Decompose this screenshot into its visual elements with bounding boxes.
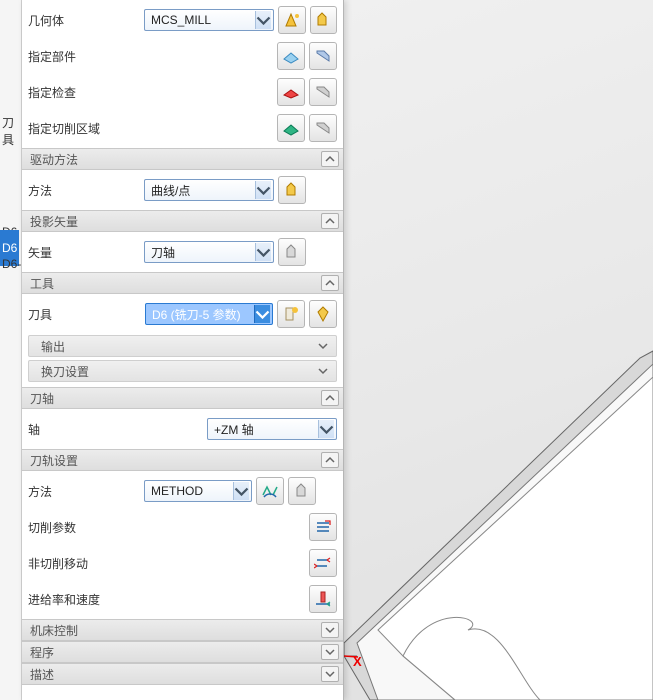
operation-dialog-panel: 几何体 MCS_MILL 指定部件 指定检查 — [22, 0, 344, 700]
collapse-icon — [321, 213, 339, 229]
vector-settings-button[interactable] — [278, 238, 306, 266]
tool-select[interactable]: D6 (铣刀-5 参数) — [145, 303, 273, 325]
label-drive-method: 方法 — [28, 182, 144, 199]
tool-new-button[interactable] — [277, 300, 305, 328]
specify-cut-area-button[interactable] — [277, 114, 305, 142]
specify-part-button[interactable] — [277, 42, 305, 70]
label-geometry: 几何体 — [28, 12, 144, 29]
chevron-down-icon — [318, 420, 334, 438]
collapse-icon — [321, 275, 339, 291]
chevron-down-icon — [321, 622, 339, 638]
feeds-button[interactable] — [309, 585, 337, 613]
tree-row[interactable]: D6- — [0, 246, 19, 282]
geometry-edit-button[interactable] — [310, 6, 338, 34]
axis-x-label: X — [353, 654, 362, 669]
label-feeds: 进给率和速度 — [28, 591, 144, 608]
collapse-icon — [321, 151, 339, 167]
chevron-down-icon — [255, 11, 271, 29]
tool-edit-button[interactable] — [309, 300, 337, 328]
sub-output[interactable]: 输出 — [28, 335, 337, 357]
group-header-program[interactable]: 程序 — [22, 641, 343, 663]
tree-header: 刀具 — [2, 114, 21, 148]
group-header-tool-axis[interactable]: 刀轴 — [22, 387, 343, 409]
label-cut-area: 指定切削区域 — [28, 120, 144, 137]
group-header-path-settings[interactable]: 刀轨设置 — [22, 449, 343, 471]
method-edit-button[interactable] — [288, 477, 316, 505]
method-inherit-button[interactable] — [256, 477, 284, 505]
label-part: 指定部件 — [28, 48, 144, 65]
chevron-down-icon — [255, 181, 271, 199]
label-tool: 刀具 — [28, 306, 68, 323]
label-method: 方法 — [28, 483, 144, 500]
collapse-icon — [321, 452, 339, 468]
chevron-down-icon — [314, 338, 332, 354]
geometry-pick-button[interactable] — [278, 6, 306, 34]
cut-params-button[interactable] — [309, 513, 337, 541]
show-cut-area-button[interactable] — [309, 114, 337, 142]
group-header-machine-control[interactable]: 机床控制 — [22, 619, 343, 641]
group-header-projection-vector[interactable]: 投影矢量 — [22, 210, 343, 232]
vector-select[interactable]: 刀轴 — [144, 241, 274, 263]
axis-select[interactable]: +ZM 轴 — [207, 418, 337, 440]
geometry-select[interactable]: MCS_MILL — [144, 9, 274, 31]
chevron-down-icon — [314, 363, 332, 379]
drive-method-edit-button[interactable] — [278, 176, 306, 204]
label-noncut-moves: 非切削移动 — [28, 555, 144, 572]
label-axis: 轴 — [28, 421, 144, 438]
group-geometry: 几何体 MCS_MILL 指定部件 指定检查 — [22, 0, 343, 148]
collapse-icon — [321, 390, 339, 406]
show-part-button[interactable] — [309, 42, 337, 70]
group-header-description[interactable]: 描述 — [22, 663, 343, 685]
group-header-drive-method[interactable]: 驱动方法 — [22, 148, 343, 170]
chevron-down-icon — [254, 305, 270, 323]
label-check: 指定检查 — [28, 84, 144, 101]
show-check-button[interactable] — [309, 78, 337, 106]
specify-check-button[interactable] — [277, 78, 305, 106]
label-vector: 矢量 — [28, 244, 144, 261]
chevron-down-icon — [321, 644, 339, 660]
noncut-moves-button[interactable] — [309, 549, 337, 577]
sub-tool-change[interactable]: 换刀设置 — [28, 360, 337, 382]
method-select[interactable]: METHOD — [144, 480, 252, 502]
chevron-down-icon — [321, 666, 339, 682]
label-cut-params: 切削参数 — [28, 519, 144, 536]
chevron-down-icon — [233, 482, 249, 500]
operation-tree-strip: 刀具 D6 D6 D6- — [0, 0, 22, 700]
chevron-down-icon — [255, 243, 271, 261]
group-header-tool[interactable]: 工具 — [22, 272, 343, 294]
drive-method-select[interactable]: 曲线/点 — [144, 179, 274, 201]
